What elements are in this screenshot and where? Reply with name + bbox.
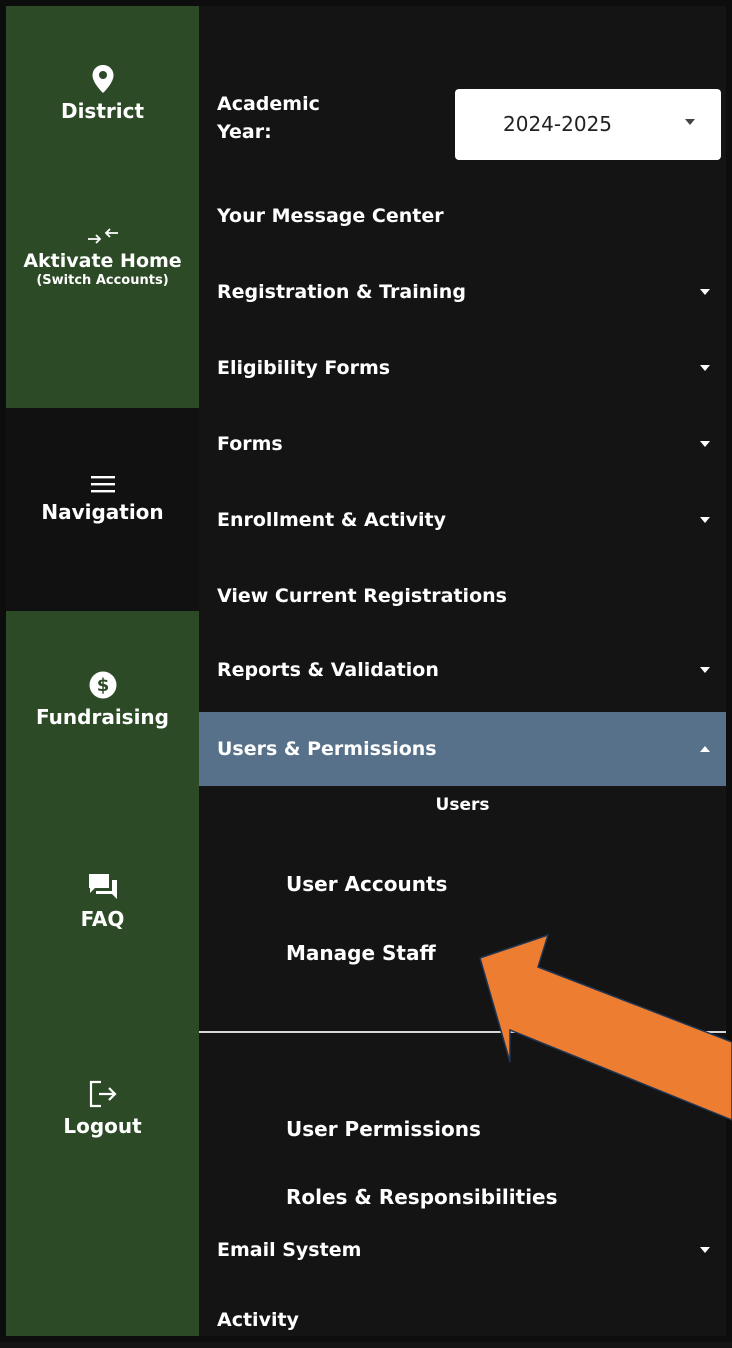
menu-item-reports-validation[interactable]: Reports & Validation [199,642,726,698]
chevron-down-icon [700,365,710,371]
svg-text:$: $ [96,675,109,696]
menu-item-view-current-registrations[interactable]: View Current Registrations [199,568,726,624]
rail-logout-label: Logout [63,1114,142,1138]
menu-item-forms[interactable]: Forms [199,416,726,472]
submenu-item-user-accounts[interactable]: User Accounts [286,869,447,899]
submenu-item-manage-staff[interactable]: Manage Staff [286,938,436,968]
menu-item-activity[interactable]: Activity [199,1292,726,1348]
submenu-divider [199,1031,726,1033]
chevron-down-icon [700,667,710,673]
menu-item-label: Activity [217,1309,299,1331]
menu-item-message-center[interactable]: Your Message Center [199,188,726,244]
rail-faq-label: FAQ [80,907,125,931]
chevron-down-icon [700,1247,710,1253]
rail-faq[interactable]: FAQ [6,872,199,930]
rail-logout[interactable]: Logout [6,1079,199,1137]
rail-district-label: District [60,99,145,123]
chat-bubbles-icon [88,874,117,899]
menu-item-label: Registration & Training [217,281,466,303]
left-rail: District Aktivate Home (Switch Accounts)… [6,6,199,1336]
chevron-down-icon [700,289,710,295]
rail-district[interactable]: District [6,64,199,122]
chevron-down-icon [700,517,710,523]
rail-home-sublabel: (Switch Accounts) [36,273,169,288]
rail-aktivate-home[interactable]: Aktivate Home (Switch Accounts) [6,228,199,290]
hamburger-menu-icon [90,476,115,493]
map-pin-icon [92,65,113,93]
navigation-menu: Academic Year: 2024-2025 Your Message Ce… [199,6,726,1336]
menu-item-label: Forms [217,433,283,455]
submenu-item-user-permissions[interactable]: User Permissions [286,1114,481,1144]
menu-item-registration-training[interactable]: Registration & Training [199,264,726,320]
submenu-item-roles-responsibilities[interactable]: Roles & Responsibilities [286,1182,558,1212]
menu-item-label: Eligibility Forms [217,357,391,379]
rail-fundraising[interactable]: $ Fundraising [6,670,199,728]
rail-navigation-label: Navigation [41,500,164,524]
rail-navigation[interactable]: Navigation [6,473,199,523]
menu-item-email-system[interactable]: Email System [199,1222,726,1278]
menu-item-users-permissions[interactable]: Users & Permissions [199,712,726,786]
app-frame: District Aktivate Home (Switch Accounts)… [0,0,732,1342]
academic-year-label: Academic Year: [217,93,320,143]
logout-icon [89,1080,117,1108]
academic-year-select[interactable]: 2024-2025 [455,89,721,160]
academic-year-value: 2024-2025 [503,112,613,136]
rail-fundraising-label: Fundraising [36,705,169,729]
menu-item-label: View Current Registrations [217,585,507,607]
menu-item-label: Email System [217,1239,362,1261]
menu-item-label: Users & Permissions [217,738,437,760]
chevron-up-icon [700,746,710,752]
submenu-heading-users: Users [435,795,490,815]
switch-arrows-icon [87,228,118,244]
menu-item-eligibility-forms[interactable]: Eligibility Forms [199,340,726,396]
menu-item-label: Reports & Validation [217,659,439,681]
menu-item-label: Enrollment & Activity [217,509,446,531]
rail-home-label: Aktivate Home [23,250,182,272]
menu-item-enrollment-activity[interactable]: Enrollment & Activity [199,492,726,548]
chevron-down-icon [700,441,710,447]
dollar-circle-icon: $ [89,671,116,699]
menu-item-label: Your Message Center [217,205,444,227]
chevron-down-icon [685,119,695,125]
